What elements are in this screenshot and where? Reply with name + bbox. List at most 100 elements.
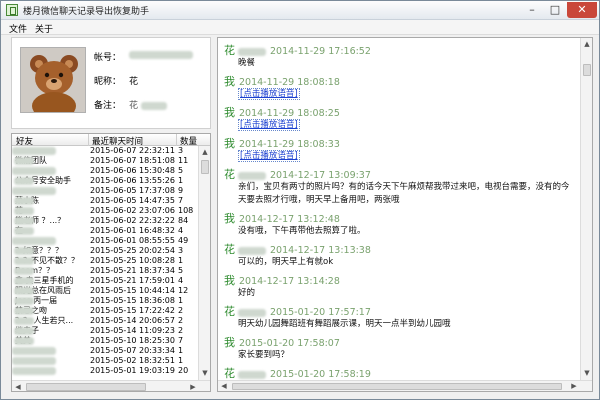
scroll-thumb[interactable] — [26, 383, 146, 391]
contact-row[interactable]: 2015-05-01 19:03:19 20 — [12, 366, 198, 376]
contact-row[interactable]: 2015-06-06 15:30:48 5 — [12, 166, 198, 176]
menu-file[interactable]: 文件 — [9, 22, 27, 35]
message-header: 花 2014-11-29 17:16:52 — [224, 42, 371, 57]
redacted-name — [14, 306, 34, 315]
message-sender: 我 — [224, 336, 235, 349]
play-voice-link[interactable]: [点击播放语音] — [238, 88, 300, 100]
contact-list[interactable]: 好友 最近聊天时间 数量 2015-06-07 22:32:113微信团队201… — [11, 133, 211, 392]
redacted-name — [12, 366, 56, 375]
contact-count: 1 — [178, 176, 184, 185]
contact-time: 2015-06-05 17:37:08 — [90, 186, 175, 195]
contact-row[interactable]: 2015-05-02 18:32:51 1 — [12, 356, 198, 366]
message-time: 2014-11-29 18:08:33 — [239, 139, 340, 150]
message-header: 我 2014-12-17 13:14:28 — [224, 272, 340, 287]
message-text: 可以的，明天早上有就ok — [238, 257, 334, 267]
contact-row[interactable]: 2015-06-05 17:37:08 9 — [12, 186, 198, 196]
redacted-name — [238, 370, 266, 379]
contact-row[interactable]: 公众号安全助手 2015-06-06 13:55:26 1 — [12, 176, 198, 186]
play-voice-link[interactable]: [点击播放语音] — [238, 150, 300, 162]
remark-label: 备注： — [94, 101, 122, 111]
contact-row[interactable]: 2015-05-07 20:33:34 1 — [12, 346, 198, 356]
chat-horizontal-scrollbar[interactable]: ◀ ▶ — [218, 380, 592, 391]
contact-row[interactable]: 熊老师 ？...？ 2015-06-02 22:32:22 84 — [12, 216, 198, 226]
scroll-thumb[interactable] — [232, 383, 562, 390]
redacted-name — [14, 196, 34, 205]
title-bar[interactable]: 楼月微信聊天记录导出恢复助手 – □ ✕ — [1, 1, 599, 20]
avatar — [20, 47, 86, 113]
chat-vertical-scrollbar[interactable]: ▲ ▼ — [580, 38, 592, 380]
redacted-name — [14, 256, 34, 265]
scroll-right-button[interactable]: ▶ — [188, 382, 198, 391]
scroll-down-button[interactable]: ▼ — [582, 368, 592, 378]
scroll-right-button[interactable]: ▶ — [569, 381, 579, 391]
contact-count: 5 — [178, 166, 184, 175]
scroll-thumb[interactable] — [583, 64, 591, 76]
scroll-down-button[interactable]: ▼ — [200, 368, 210, 378]
menu-about[interactable]: 关于 — [35, 22, 53, 35]
message-sender: 我 — [224, 106, 235, 119]
contact-time: 2015-06-02 22:32:22 — [90, 216, 175, 225]
contact-row[interactable]: ？如意？？？ 2015-05-25 20:02:54 3 — [12, 246, 198, 256]
contact-count: 7 — [178, 196, 184, 205]
contact-row[interactable]: 在2015-06-01 16:48:324 — [12, 226, 198, 236]
column-divider[interactable] — [176, 134, 177, 146]
remark-value: 花 — [129, 98, 167, 111]
contact-row[interactable]: 继夫子2015-05-14 11:09:232 — [12, 326, 198, 336]
contact-row[interactable]: 2015-06-01 08:55:55 49 — [12, 236, 198, 246]
contact-row[interactable]: 2015-06-07 22:32:11 3 — [12, 146, 198, 156]
contact-row[interactable]: Jess 丙一届 2015-05-15 18:36:08 1 — [12, 296, 198, 306]
contact-horizontal-scrollbar[interactable]: ◀ ▶ — [12, 380, 210, 391]
contact-row[interactable]: 菜小陈2015-06-05 14:47:357 — [12, 196, 198, 206]
contact-count: 12 — [178, 286, 189, 295]
remark-text: 花 — [129, 101, 139, 111]
contact-count: 2 — [178, 306, 184, 315]
contact-count: 49 — [178, 236, 189, 245]
message-text: 亲们，宝贝有两寸的照片吗？有的话今天下午麻烦帮我带过来吧，电视台需要，没有的今 — [238, 182, 570, 192]
contact-vertical-scrollbar[interactable]: ▲ ▼ — [198, 146, 210, 380]
contact-row[interactable]: ？？ 人生若只... 2015-05-14 20:06:57 2 — [12, 316, 198, 326]
teddy-bear-icon — [21, 48, 85, 112]
message-time: 2014-11-29 18:08:25 — [239, 108, 340, 119]
message-time: 2015-01-20 17:58:07 — [239, 338, 340, 349]
redacted-name — [12, 166, 56, 175]
contact-row[interactable]: ？？不见不散？？ 2015-05-25 10:08:28 1 — [12, 256, 198, 266]
account-label: 帐号： — [94, 53, 122, 63]
contact-row[interactable]: 鑫 卖三星手机的 2015-05-21 17:59:01 4 — [12, 276, 198, 286]
app-window: 楼月微信聊天记录导出恢复助手 – □ ✕ 文件 关于 帐号： 昵称： 花 备注：… — [0, 0, 600, 400]
minimize-button[interactable]: – — [521, 2, 543, 18]
contact-row[interactable]: 禁忌之吻2015-05-15 17:22:422 — [12, 306, 198, 316]
scroll-left-button[interactable]: ◀ — [219, 381, 229, 391]
message-text: 天要去照才行哦，明天早上备用吧，两张哦 — [238, 195, 400, 205]
contact-row[interactable]: 美美2015-05-10 18:25:307 — [12, 336, 198, 346]
maximize-button[interactable]: □ — [544, 2, 566, 18]
contact-count: 4 — [178, 226, 184, 235]
contact-count: 84 — [178, 216, 189, 225]
contact-row[interactable]: 阳光总在风雨后 2015-05-15 10:44:14 12 — [12, 286, 198, 296]
close-button[interactable]: ✕ — [567, 2, 597, 18]
redacted-name — [14, 246, 34, 255]
message-header: 花 2015-01-20 17:58:19 — [224, 365, 371, 380]
play-voice-link[interactable]: [点击播放语音] — [238, 119, 300, 131]
scroll-up-button[interactable]: ▲ — [582, 39, 592, 49]
scroll-left-button[interactable]: ◀ — [13, 382, 23, 391]
scroll-up-button[interactable]: ▲ — [200, 147, 210, 157]
message-sender: 花 — [224, 305, 235, 318]
redacted-name — [238, 171, 266, 180]
contact-row[interactable]: 花2015-06-02 23:07:06108 — [12, 206, 198, 216]
contact-count: 3 — [178, 246, 184, 255]
redacted-name — [12, 186, 56, 195]
scroll-thumb[interactable] — [201, 160, 209, 174]
left-panel: 帐号： 昵称： 花 备注： 花 好友 最近聊天时间 数量 2015-06-07 … — [11, 37, 211, 392]
contact-row[interactable]: Boom？？ 2015-05-21 18:37:34 5 — [12, 266, 198, 276]
redacted-name — [14, 316, 34, 325]
contact-row[interactable]: 微信团队2015-06-07 18:51:0811 — [12, 156, 198, 166]
column-divider[interactable] — [88, 134, 89, 146]
message-sender: 我 — [224, 274, 235, 287]
redacted-name — [12, 356, 56, 365]
message-time: 2014-12-17 13:12:48 — [239, 214, 340, 225]
redacted-name — [14, 276, 34, 285]
redacted-name — [12, 236, 56, 245]
redacted-name — [14, 266, 34, 275]
message-time: 2014-11-29 18:08:18 — [239, 77, 340, 88]
message-header: 我 2015-01-20 17:58:07 — [224, 334, 340, 349]
